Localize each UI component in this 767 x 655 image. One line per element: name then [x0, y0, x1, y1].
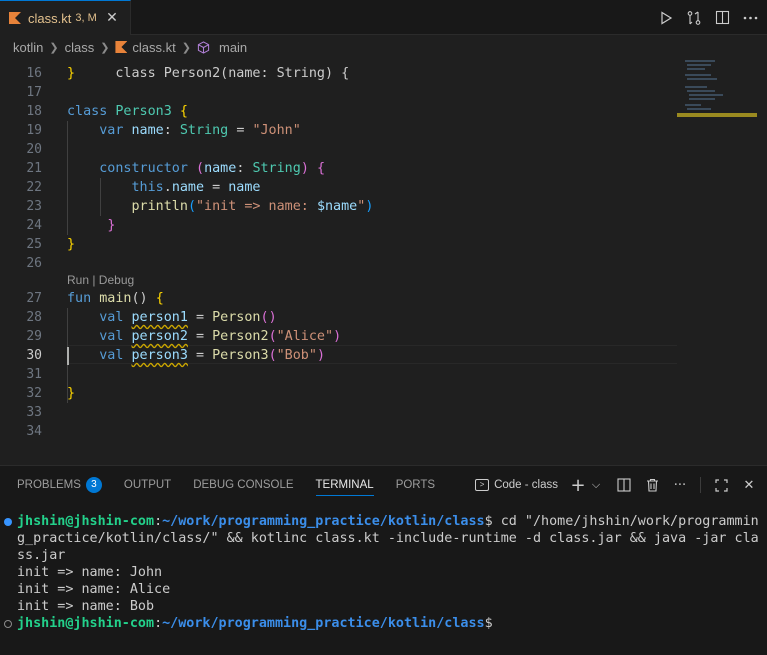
more-actions-icon[interactable]: [741, 9, 759, 27]
breadcrumb-item-file[interactable]: class.kt: [115, 40, 175, 55]
terminal-name: Code - class: [494, 479, 558, 491]
terminal-line: g_practice/kotlin/class/" && kotlinc cla…: [17, 531, 759, 546]
line-number-gutter: 16 17 18 19 20 21 22 23 24 25 26 27 28 2…: [0, 58, 50, 463]
close-panel-icon[interactable]: ✕: [741, 477, 757, 493]
code-line-28: val person1 = Person(): [99, 310, 277, 325]
breadcrumb-item-class-folder[interactable]: class: [65, 40, 95, 55]
close-icon[interactable]: ✕: [104, 10, 120, 26]
line-number: 29: [26, 329, 42, 344]
tab-problems[interactable]: PROBLEMS 3: [17, 466, 102, 504]
minimap-current-line: [677, 113, 757, 117]
code-line-29: val person2 = Person2("Alice"): [99, 329, 342, 344]
command-success-icon: [4, 518, 12, 526]
code-editor[interactable]: 16 17 18 19 20 21 22 23 24 25 26 27 28 2…: [0, 58, 767, 463]
line-number: 17: [26, 85, 42, 100]
line-number: 28: [26, 310, 42, 325]
run-icon[interactable]: [657, 9, 675, 27]
code-area[interactable]: class Person2(name: String) { } class Pe…: [67, 58, 677, 463]
breadcrumb: kotlin ❯ class ❯ class.kt ❯ main: [0, 36, 767, 58]
code-line-24: }: [107, 218, 116, 233]
terminal-line: init => name: John: [17, 565, 163, 580]
tab-class-kt[interactable]: class.kt 3, M ✕: [0, 0, 131, 35]
method-cube-icon: [197, 40, 210, 54]
tab-status-badge: 3, M: [75, 12, 97, 24]
terminal-line: ss.jar: [17, 548, 66, 563]
terminal-icon: >: [475, 479, 490, 491]
run-debug-code-lens[interactable]: Run | Debug: [67, 272, 134, 288]
line-number: 16: [26, 66, 42, 81]
tab-ports[interactable]: PORTS: [396, 466, 435, 504]
panel-actions: > Code - class + ⌵ ··· ✕: [475, 466, 757, 504]
line-number: 32: [26, 386, 42, 401]
tab-terminal[interactable]: TERMINAL: [315, 466, 374, 504]
maximize-panel-icon[interactable]: [713, 477, 729, 493]
breadcrumb-item-symbol[interactable]: main: [197, 40, 247, 55]
divider: [700, 477, 701, 493]
unused-variable-warning[interactable]: person1: [132, 310, 188, 325]
line-number: 21: [26, 161, 42, 176]
line-number-active: 30: [26, 348, 42, 363]
line-number: 27: [26, 291, 42, 306]
unused-variable-warning[interactable]: person3: [132, 348, 188, 363]
tab-file-name: class.kt: [28, 10, 72, 26]
code-line-23: println("init => name: $name"): [131, 199, 374, 214]
line-number: 33: [26, 405, 42, 420]
chevron-right-icon: ❯: [49, 41, 59, 54]
code-line-30: val person3 = Person3("Bob"): [99, 348, 325, 363]
breadcrumb-file-label: class.kt: [132, 39, 176, 55]
editor-tab-bar: class.kt 3, M ✕: [0, 0, 767, 35]
line-number: 22: [26, 180, 42, 195]
minimap[interactable]: [677, 58, 767, 463]
line-number: 25: [26, 237, 42, 252]
breadcrumb-item-kotlin[interactable]: kotlin: [13, 40, 43, 55]
split-editor-icon[interactable]: [713, 9, 731, 27]
line-number: 18: [26, 104, 42, 119]
line-number: 23: [26, 199, 42, 214]
code-line-19: var name: String = "John": [99, 123, 301, 138]
line-number: 24: [26, 218, 42, 233]
code-line-21: constructor (name: String) {: [99, 161, 325, 176]
editor-actions: [657, 0, 759, 35]
code-line-22: this.name = name: [131, 180, 261, 195]
line-number: 26: [26, 256, 42, 271]
chevron-down-icon[interactable]: ⌵: [588, 477, 604, 493]
terminal-line: jhshin@jhshin-com:~/work/programming_pra…: [17, 514, 759, 529]
line-number: 31: [26, 367, 42, 382]
compare-changes-icon[interactable]: [685, 9, 703, 27]
split-terminal-icon[interactable]: [616, 477, 632, 493]
tab-debug-console[interactable]: DEBUG CONSOLE: [193, 466, 293, 504]
bottom-panel: PROBLEMS 3 OUTPUT DEBUG CONSOLE TERMINAL…: [0, 465, 767, 655]
line-number: 19: [26, 123, 42, 138]
code-line-32: }: [67, 386, 76, 401]
tab-output[interactable]: OUTPUT: [124, 466, 171, 504]
chevron-right-icon: ❯: [181, 41, 191, 54]
code-line-16: }: [67, 66, 76, 81]
code-line-25: }: [67, 237, 76, 252]
terminal-selector[interactable]: > Code - class: [475, 479, 558, 491]
code-line-27: fun main() {: [67, 291, 164, 306]
terminal-prompt: jhshin@jhshin-com:~/work/programming_pra…: [17, 616, 493, 631]
terminal-line: init => name: Alice: [17, 582, 171, 597]
trash-icon[interactable]: [644, 477, 660, 493]
line-number: 20: [26, 142, 42, 157]
kotlin-file-icon: [9, 12, 21, 24]
code-line-15: class Person2(name: String) {: [115, 66, 350, 81]
chevron-right-icon: ❯: [100, 41, 110, 54]
code-line-18: class Person3 {: [67, 104, 188, 119]
more-actions-icon[interactable]: ···: [672, 477, 688, 493]
terminal-line: init => name: Bob: [17, 599, 155, 614]
new-terminal-icon[interactable]: +: [570, 475, 586, 496]
line-number: 34: [26, 424, 42, 439]
problems-count-badge: 3: [85, 477, 102, 493]
command-pending-icon: [4, 620, 12, 628]
unused-variable-warning[interactable]: person2: [132, 329, 188, 344]
breadcrumb-symbol-label: main: [218, 39, 248, 55]
text-cursor: [67, 347, 69, 365]
kotlin-file-icon: [115, 41, 127, 53]
